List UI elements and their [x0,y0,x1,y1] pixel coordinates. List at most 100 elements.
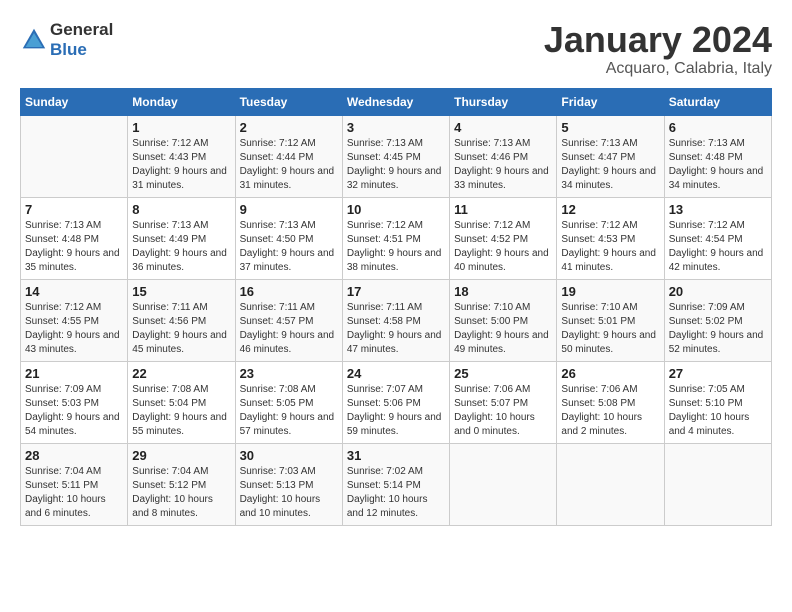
day-info: Sunrise: 7:03 AM Sunset: 5:13 PM Dayligh… [240,465,338,521]
calendar-cell: 12 Sunrise: 7:12 AM Sunset: 4:53 PM Dayl… [557,197,664,279]
day-number: 10 [347,202,445,217]
day-info: Sunrise: 7:06 AM Sunset: 5:08 PM Dayligh… [561,383,659,439]
calendar-cell [450,443,557,525]
calendar-cell: 31 Sunrise: 7:02 AM Sunset: 5:14 PM Dayl… [342,443,449,525]
day-number: 12 [561,202,659,217]
calendar-cell: 6 Sunrise: 7:13 AM Sunset: 4:48 PM Dayli… [664,115,771,197]
weekday-header-thursday: Thursday [450,88,557,115]
day-info: Sunrise: 7:12 AM Sunset: 4:55 PM Dayligh… [25,301,123,357]
calendar-cell: 26 Sunrise: 7:06 AM Sunset: 5:08 PM Dayl… [557,361,664,443]
calendar-cell: 8 Sunrise: 7:13 AM Sunset: 4:49 PM Dayli… [128,197,235,279]
day-info: Sunrise: 7:13 AM Sunset: 4:45 PM Dayligh… [347,137,445,193]
calendar-cell: 7 Sunrise: 7:13 AM Sunset: 4:48 PM Dayli… [21,197,128,279]
day-number: 18 [454,284,552,299]
day-number: 14 [25,284,123,299]
calendar-cell [21,115,128,197]
day-info: Sunrise: 7:12 AM Sunset: 4:52 PM Dayligh… [454,219,552,275]
day-number: 15 [132,284,230,299]
day-number: 5 [561,120,659,135]
weekday-header-monday: Monday [128,88,235,115]
calendar-cell: 20 Sunrise: 7:09 AM Sunset: 5:02 PM Dayl… [664,279,771,361]
logo: General Blue [20,20,113,60]
location: Acquaro, Calabria, Italy [544,60,772,78]
day-info: Sunrise: 7:04 AM Sunset: 5:11 PM Dayligh… [25,465,123,521]
day-info: Sunrise: 7:11 AM Sunset: 4:57 PM Dayligh… [240,301,338,357]
day-info: Sunrise: 7:12 AM Sunset: 4:44 PM Dayligh… [240,137,338,193]
calendar-cell: 28 Sunrise: 7:04 AM Sunset: 5:11 PM Dayl… [21,443,128,525]
logo-text: General Blue [50,20,113,60]
day-info: Sunrise: 7:13 AM Sunset: 4:48 PM Dayligh… [669,137,767,193]
day-number: 8 [132,202,230,217]
day-number: 19 [561,284,659,299]
day-number: 11 [454,202,552,217]
day-info: Sunrise: 7:13 AM Sunset: 4:47 PM Dayligh… [561,137,659,193]
day-info: Sunrise: 7:11 AM Sunset: 4:58 PM Dayligh… [347,301,445,357]
day-number: 13 [669,202,767,217]
day-info: Sunrise: 7:10 AM Sunset: 5:00 PM Dayligh… [454,301,552,357]
weekday-header-wednesday: Wednesday [342,88,449,115]
calendar-cell: 30 Sunrise: 7:03 AM Sunset: 5:13 PM Dayl… [235,443,342,525]
calendar-cell: 10 Sunrise: 7:12 AM Sunset: 4:51 PM Dayl… [342,197,449,279]
day-info: Sunrise: 7:13 AM Sunset: 4:50 PM Dayligh… [240,219,338,275]
day-number: 28 [25,448,123,463]
day-number: 20 [669,284,767,299]
day-number: 2 [240,120,338,135]
day-number: 31 [347,448,445,463]
calendar-cell: 4 Sunrise: 7:13 AM Sunset: 4:46 PM Dayli… [450,115,557,197]
month-title: January 2024 [544,20,772,60]
calendar-cell: 25 Sunrise: 7:06 AM Sunset: 5:07 PM Dayl… [450,361,557,443]
calendar-cell: 2 Sunrise: 7:12 AM Sunset: 4:44 PM Dayli… [235,115,342,197]
calendar-cell: 15 Sunrise: 7:11 AM Sunset: 4:56 PM Dayl… [128,279,235,361]
day-number: 30 [240,448,338,463]
calendar-cell: 16 Sunrise: 7:11 AM Sunset: 4:57 PM Dayl… [235,279,342,361]
day-info: Sunrise: 7:13 AM Sunset: 4:49 PM Dayligh… [132,219,230,275]
calendar-cell: 17 Sunrise: 7:11 AM Sunset: 4:58 PM Dayl… [342,279,449,361]
day-number: 29 [132,448,230,463]
day-number: 6 [669,120,767,135]
day-info: Sunrise: 7:09 AM Sunset: 5:03 PM Dayligh… [25,383,123,439]
day-info: Sunrise: 7:04 AM Sunset: 5:12 PM Dayligh… [132,465,230,521]
day-number: 21 [25,366,123,381]
day-number: 7 [25,202,123,217]
calendar-cell: 24 Sunrise: 7:07 AM Sunset: 5:06 PM Dayl… [342,361,449,443]
day-info: Sunrise: 7:11 AM Sunset: 4:56 PM Dayligh… [132,301,230,357]
weekday-header-friday: Friday [557,88,664,115]
day-number: 1 [132,120,230,135]
day-info: Sunrise: 7:10 AM Sunset: 5:01 PM Dayligh… [561,301,659,357]
weekday-header-sunday: Sunday [21,88,128,115]
day-info: Sunrise: 7:08 AM Sunset: 5:04 PM Dayligh… [132,383,230,439]
day-number: 9 [240,202,338,217]
day-number: 25 [454,366,552,381]
day-info: Sunrise: 7:05 AM Sunset: 5:10 PM Dayligh… [669,383,767,439]
day-info: Sunrise: 7:12 AM Sunset: 4:54 PM Dayligh… [669,219,767,275]
calendar-cell [664,443,771,525]
day-number: 26 [561,366,659,381]
calendar-cell: 14 Sunrise: 7:12 AM Sunset: 4:55 PM Dayl… [21,279,128,361]
logo-icon [20,26,48,54]
day-info: Sunrise: 7:07 AM Sunset: 5:06 PM Dayligh… [347,383,445,439]
day-number: 27 [669,366,767,381]
weekday-header-saturday: Saturday [664,88,771,115]
page-header: General Blue January 2024 Acquaro, Calab… [20,20,772,78]
day-info: Sunrise: 7:02 AM Sunset: 5:14 PM Dayligh… [347,465,445,521]
calendar-cell: 19 Sunrise: 7:10 AM Sunset: 5:01 PM Dayl… [557,279,664,361]
day-number: 22 [132,366,230,381]
calendar-cell: 9 Sunrise: 7:13 AM Sunset: 4:50 PM Dayli… [235,197,342,279]
weekday-header-tuesday: Tuesday [235,88,342,115]
day-info: Sunrise: 7:08 AM Sunset: 5:05 PM Dayligh… [240,383,338,439]
calendar-cell: 18 Sunrise: 7:10 AM Sunset: 5:00 PM Dayl… [450,279,557,361]
day-number: 24 [347,366,445,381]
calendar-cell: 22 Sunrise: 7:08 AM Sunset: 5:04 PM Dayl… [128,361,235,443]
calendar-cell: 23 Sunrise: 7:08 AM Sunset: 5:05 PM Dayl… [235,361,342,443]
day-number: 17 [347,284,445,299]
title-block: January 2024 Acquaro, Calabria, Italy [544,20,772,78]
day-info: Sunrise: 7:12 AM Sunset: 4:51 PM Dayligh… [347,219,445,275]
day-number: 23 [240,366,338,381]
day-info: Sunrise: 7:12 AM Sunset: 4:43 PM Dayligh… [132,137,230,193]
calendar-cell: 1 Sunrise: 7:12 AM Sunset: 4:43 PM Dayli… [128,115,235,197]
calendar-cell: 11 Sunrise: 7:12 AM Sunset: 4:52 PM Dayl… [450,197,557,279]
calendar-cell [557,443,664,525]
day-number: 4 [454,120,552,135]
calendar-cell: 21 Sunrise: 7:09 AM Sunset: 5:03 PM Dayl… [21,361,128,443]
calendar-cell: 13 Sunrise: 7:12 AM Sunset: 4:54 PM Dayl… [664,197,771,279]
